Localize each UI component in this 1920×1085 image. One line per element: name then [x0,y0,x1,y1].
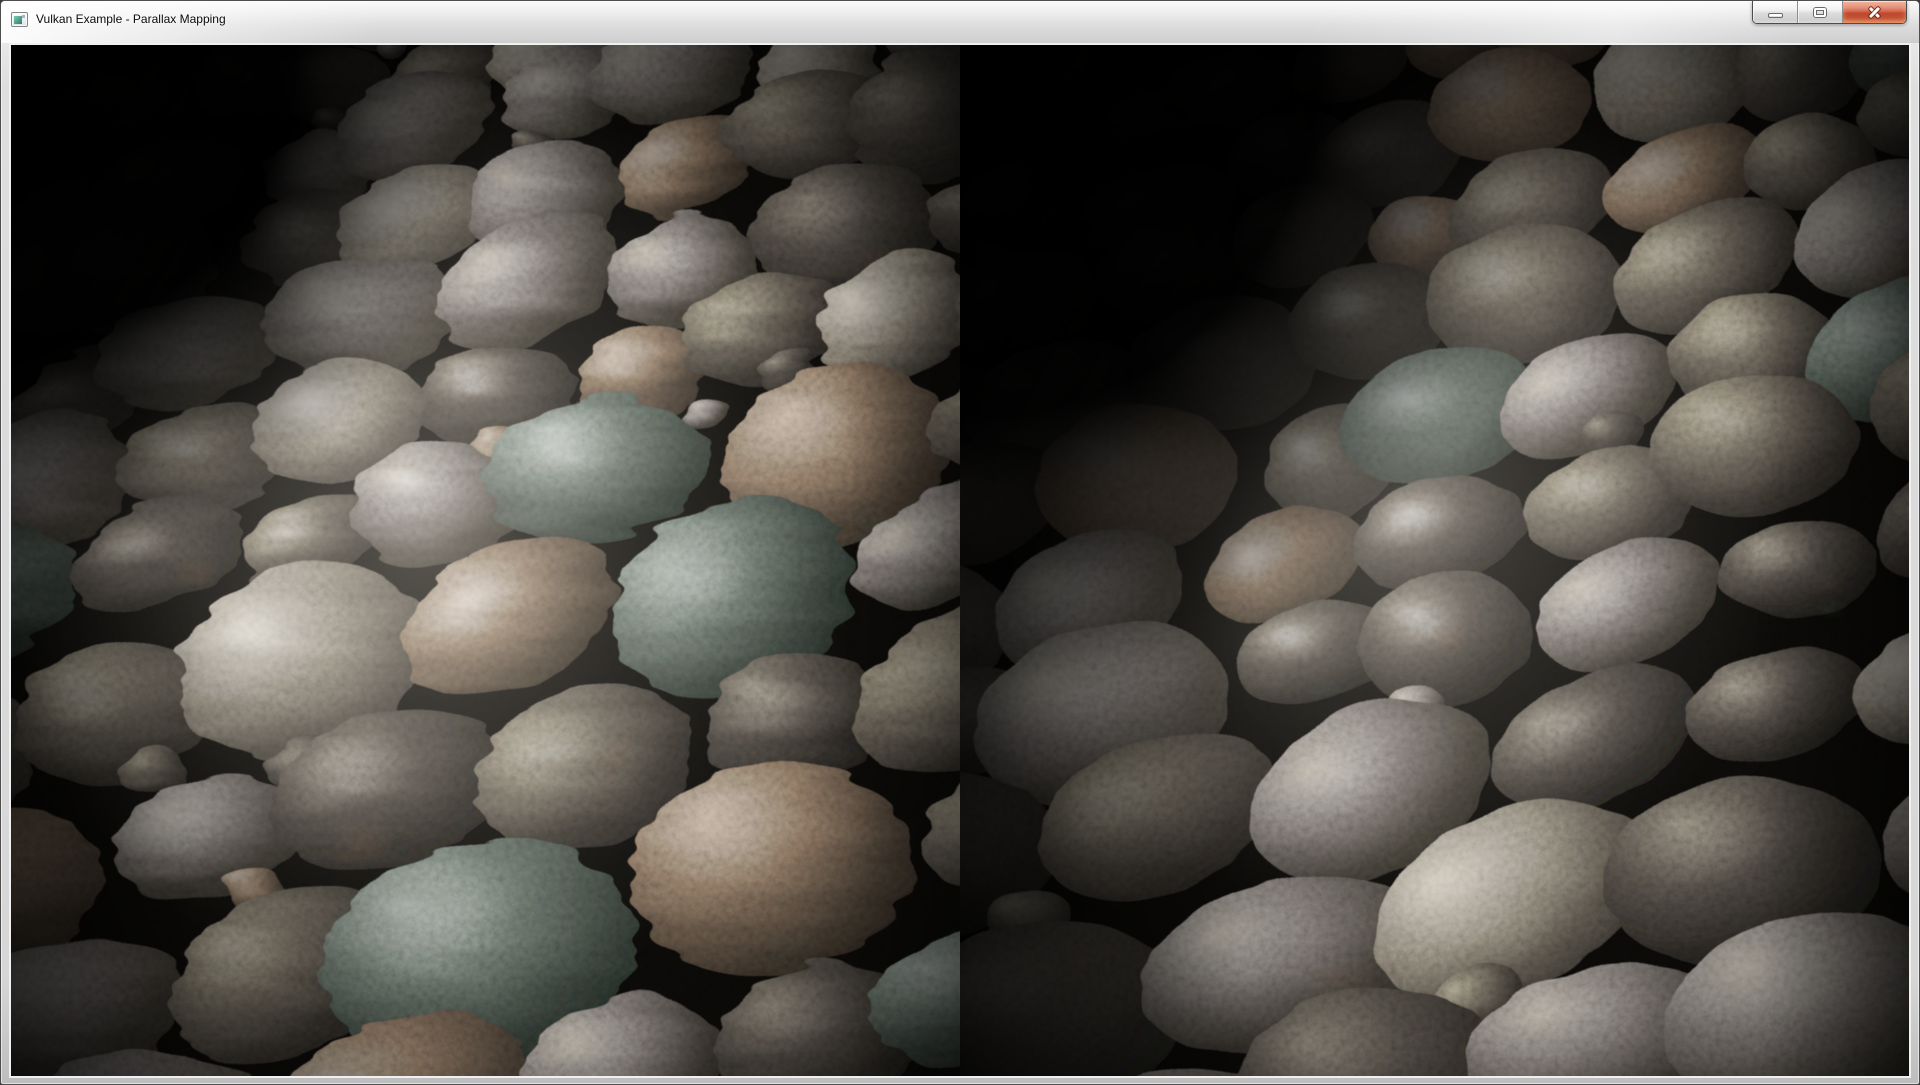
app-window: Vulkan Example - Parallax Mapping [0,0,1920,1085]
app-icon [11,12,28,27]
titlebar[interactable]: Vulkan Example - Parallax Mapping [1,1,1919,43]
close-icon [1867,6,1882,19]
window-frame [9,43,1911,1078]
screen: Vulkan Example - Parallax Mapping [0,0,1920,1085]
window-title: Vulkan Example - Parallax Mapping [36,12,226,26]
render-canvas-right [960,45,1909,1076]
minimize-button[interactable] [1753,1,1798,23]
maximize-icon [1814,8,1826,17]
app-icon-detail [22,15,25,18]
close-button[interactable] [1843,1,1906,23]
app-icon-glyph [14,16,22,24]
maximize-button[interactable] [1798,1,1843,23]
viewport-right[interactable] [960,45,1909,1076]
viewport-left[interactable] [11,45,960,1076]
minimize-icon [1769,14,1782,17]
render-area [9,43,1911,1078]
window-controls [1752,1,1907,24]
render-canvas-left [11,45,960,1076]
